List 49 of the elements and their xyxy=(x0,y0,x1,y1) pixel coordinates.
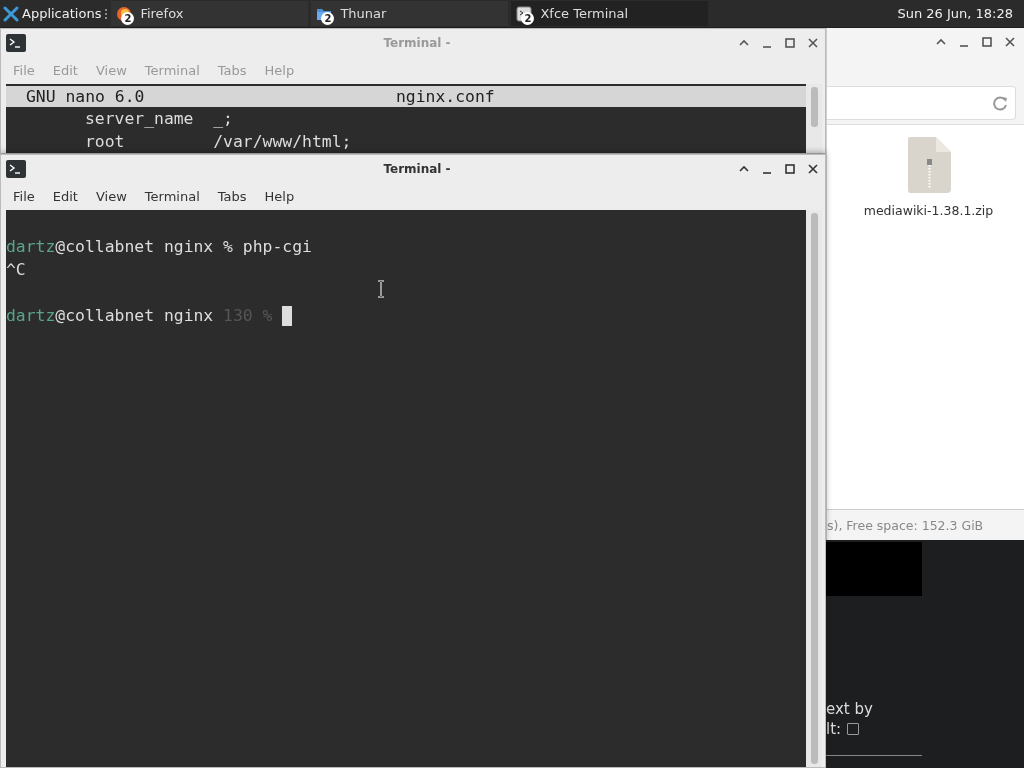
window-title: Terminal - xyxy=(382,162,452,176)
terminal-icon xyxy=(6,34,26,52)
file-title: nginx.conf xyxy=(395,87,495,106)
close-icon[interactable] xyxy=(807,163,819,175)
text-cursor-icon xyxy=(377,280,385,298)
taskbar-button[interactable]: 2 Firefox xyxy=(111,1,309,26)
user-name: dartz xyxy=(6,236,56,258)
file-name[interactable]: mediawiki-1.38.1.zip xyxy=(863,203,994,218)
terminal-text: server_name _; xyxy=(83,108,233,130)
terminal-text: root /var/www/html; xyxy=(83,131,352,153)
task-label: Xfce Terminal xyxy=(540,6,629,21)
scrollbar[interactable] xyxy=(806,210,822,767)
menu-item[interactable]: File xyxy=(4,189,44,204)
maximize-icon[interactable] xyxy=(981,36,993,48)
menu-item[interactable]: View xyxy=(86,189,136,204)
maximize-icon[interactable] xyxy=(784,163,796,175)
taskbar-button[interactable]: 2 Thunar xyxy=(311,1,509,26)
menu-item[interactable]: Edit xyxy=(43,189,87,204)
reload-icon[interactable] xyxy=(992,95,1008,111)
terminal-icon xyxy=(6,160,26,178)
task-label: Firefox xyxy=(140,6,184,21)
scrollbar-thumb[interactable] xyxy=(810,87,818,127)
task-label: Thunar xyxy=(340,6,387,21)
menu-item[interactable]: Tabs xyxy=(208,189,256,204)
checkbox[interactable] xyxy=(847,723,860,735)
close-icon[interactable] xyxy=(807,37,819,49)
clock: Sun 26 Jun, 18:28 xyxy=(897,6,1014,21)
terminal-text: @collabnet nginx % php-cgi xyxy=(55,236,312,258)
status-text: s), Free space: 152.3 GiB xyxy=(827,517,984,533)
location-field[interactable] xyxy=(827,86,1016,120)
scrollbar[interactable] xyxy=(806,84,822,153)
terminal-text: @collabnet nginx xyxy=(55,305,215,327)
window-title: Terminal - xyxy=(382,36,452,50)
applications-label: Applications xyxy=(22,6,102,21)
editor-version: GNU nano 6.0 xyxy=(25,87,146,106)
applications-menu[interactable]: Applications xyxy=(0,0,102,27)
terminal-icon xyxy=(516,5,533,22)
maximize-icon[interactable] xyxy=(784,37,796,49)
menu-item[interactable]: Help xyxy=(255,189,304,204)
menu-logo-icon xyxy=(3,5,19,22)
close-icon[interactable] xyxy=(1004,36,1016,48)
label-text: lt: xyxy=(826,720,842,738)
scrollbar-thumb[interactable] xyxy=(810,213,818,764)
user-name: dartz xyxy=(6,305,56,327)
menu-item[interactable]: Terminal xyxy=(135,189,209,204)
terminal-text: ^C xyxy=(6,259,26,281)
label-text: ext by xyxy=(826,700,873,718)
grip-icon[interactable] xyxy=(104,6,109,21)
taskbar-button[interactable]: 2 Xfce Terminal xyxy=(511,1,709,26)
